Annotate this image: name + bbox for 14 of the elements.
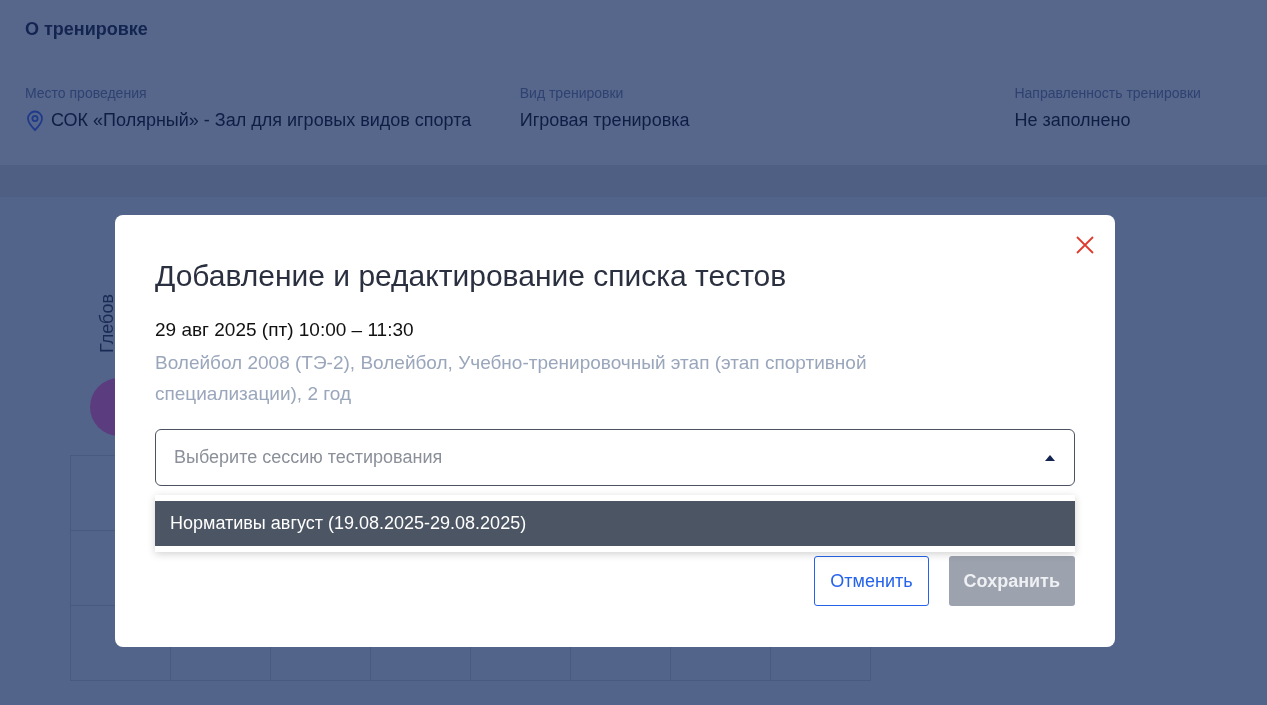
close-icon [1076,236,1094,254]
location-pin-icon [25,109,45,132]
section-title: О тренировке [25,18,149,41]
field-value: Игровая тренировка [519,109,690,132]
group-description: Волейбол 2008 (ТЭ-2), Волейбол, Учебно-тренировочный этап (этап спортивной специализации), 2 год [155,351,868,406]
dialog-title: Добавление и редактирование списка тестов [155,258,788,294]
close-button[interactable] [1075,235,1095,255]
athlete-name: Глебов [96,294,118,353]
field-value: СОК «Полярный» - Зал для игровых видов спорта [51,109,472,132]
event-datetime: 29 авг 2025 (пт) 10:00 – 11:30 [155,318,415,342]
session-select[interactable]: Выберите сессию тестирования [155,429,1075,486]
cancel-button[interactable]: Отменить [814,556,929,606]
dropdown-option[interactable]: Нормативы август (19.08.2025-29.08.2025) [155,501,1075,546]
field-value: Не заполнено [1014,109,1131,132]
